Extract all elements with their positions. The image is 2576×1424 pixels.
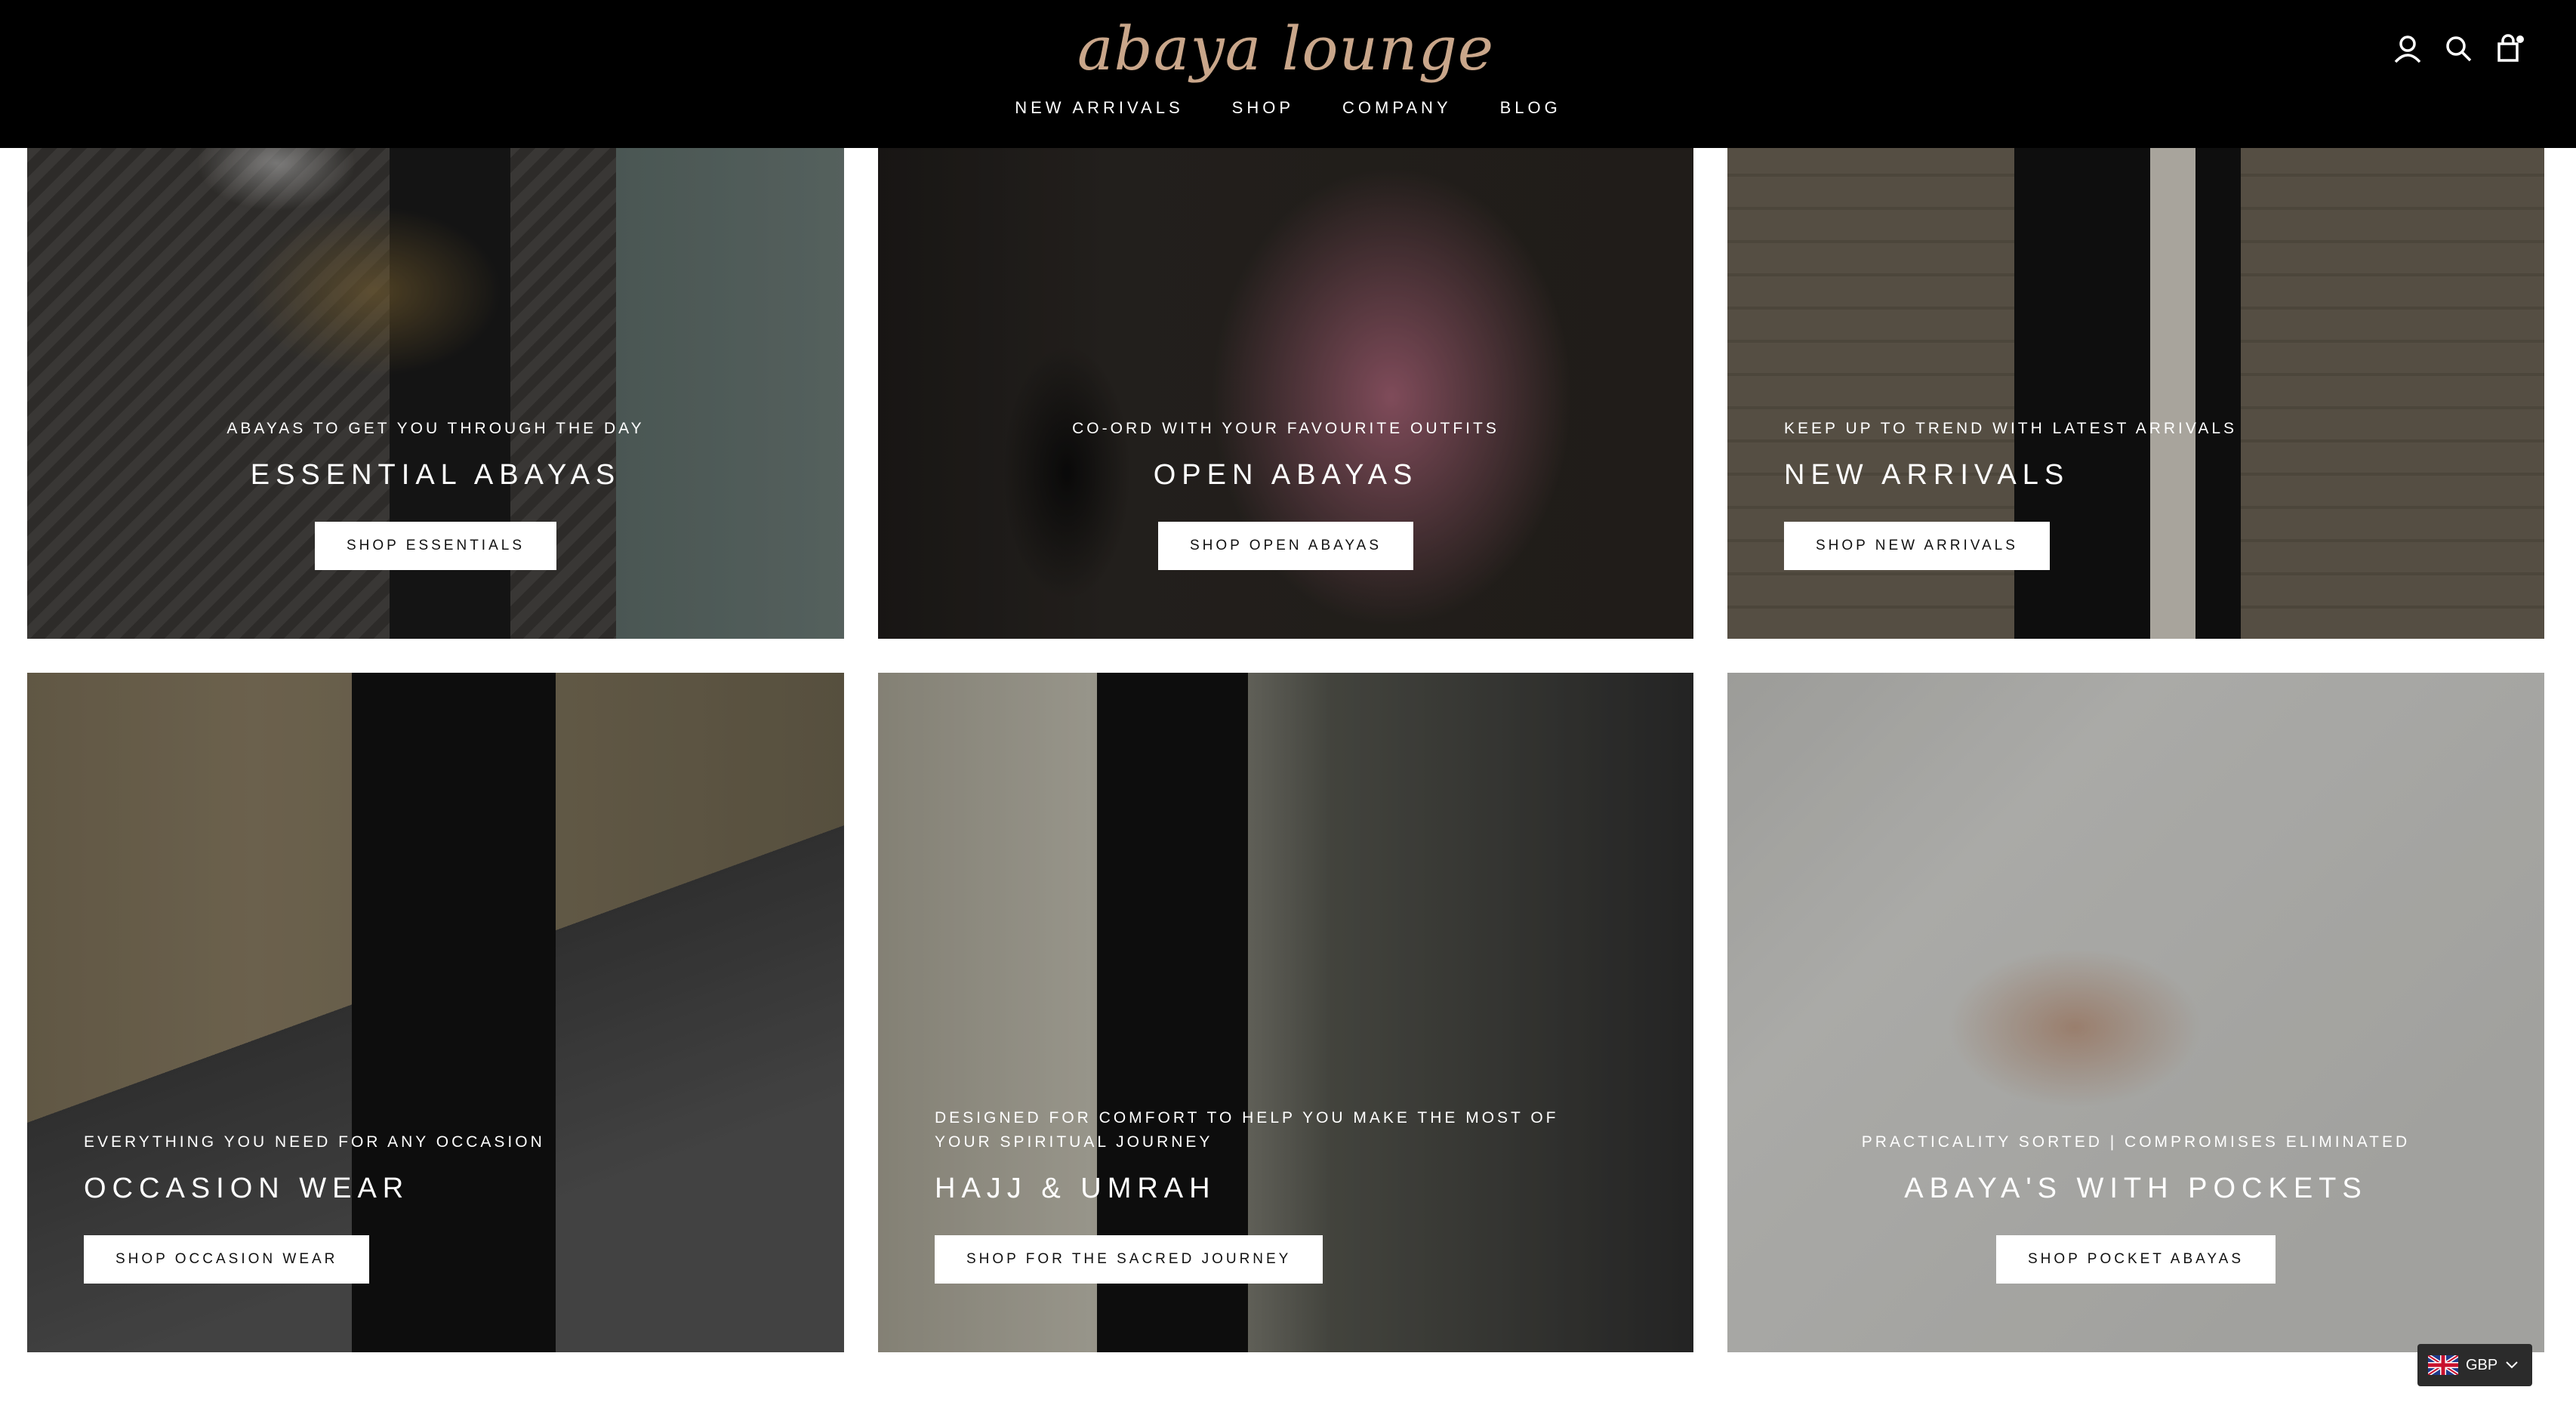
chevron-down-icon	[2506, 1361, 2518, 1369]
search-icon[interactable]	[2440, 30, 2478, 68]
tile-title: OPEN ABAYAS	[1153, 459, 1419, 491]
tile-title: ESSENTIAL ABAYAS	[250, 459, 621, 491]
main-nav: NEW ARRIVALS SHOP COMPANY BLOG	[0, 98, 2576, 118]
brand-logo[interactable]: abaya lounge	[1077, 11, 1493, 86]
shop-pocket-abayas-button[interactable]: SHOP POCKET ABAYAS	[1995, 1235, 2276, 1284]
tile-subtitle: PRACTICALITY SORTED | COMPROMISES ELIMIN…	[1861, 1133, 2411, 1151]
tile-new-arrivals[interactable]: KEEP UP TO TREND WITH LATEST ARRIVALS NE…	[1727, 148, 2544, 639]
account-icon[interactable]	[2389, 30, 2427, 68]
shop-occasion-wear-button[interactable]: SHOP OCCASION WEAR	[84, 1235, 370, 1284]
tile-title: OCCASION WEAR	[84, 1173, 410, 1204]
shop-essentials-button[interactable]: SHOP ESSENTIALS	[315, 522, 556, 570]
shop-open-abayas-button[interactable]: SHOP OPEN ABAYAS	[1157, 522, 1414, 570]
tile-essential-abayas[interactable]: ABAYAS TO GET YOU THROUGH THE DAY ESSENT…	[27, 148, 844, 639]
cart-icon[interactable]	[2491, 30, 2529, 68]
tile-subtitle: CO-ORD WITH YOUR FAVOURITE OUTFITS	[1072, 420, 1499, 437]
tile-subtitle: KEEP UP TO TREND WITH LATEST ARRIVALS	[1784, 420, 2238, 437]
site-header: abaya lounge NEW ARRIVALS SHOP COMPANY B…	[0, 0, 2576, 148]
tile-subtitle: DESIGNED FOR COMFORT TO HELP YOU MAKE TH…	[935, 1109, 1559, 1151]
tile-subtitle: EVERYTHING YOU NEED FOR ANY OCCASION	[84, 1133, 545, 1151]
tile-title: NEW ARRIVALS	[1784, 459, 2070, 491]
uk-flag-icon	[2428, 1355, 2458, 1375]
currency-code: GBP	[2466, 1356, 2498, 1373]
tile-open-abayas[interactable]: CO-ORD WITH YOUR FAVOURITE OUTFITS OPEN …	[878, 148, 1693, 639]
nav-blog[interactable]: BLOG	[1500, 98, 1561, 118]
nav-new-arrivals[interactable]: NEW ARRIVALS	[1015, 98, 1183, 118]
tile-hajj-umrah[interactable]: DESIGNED FOR COMFORT TO HELP YOU MAKE TH…	[878, 673, 1693, 1352]
tile-occasion-wear[interactable]: EVERYTHING YOU NEED FOR ANY OCCASION OCC…	[27, 673, 844, 1352]
shop-sacred-journey-button[interactable]: SHOP FOR THE SACRED JOURNEY	[935, 1235, 1323, 1284]
tile-title: ABAYA'S WITH POCKETS	[1904, 1173, 2368, 1204]
shop-new-arrivals-button[interactable]: SHOP NEW ARRIVALS	[1784, 522, 2050, 570]
tile-pockets[interactable]: PRACTICALITY SORTED | COMPROMISES ELIMIN…	[1727, 673, 2544, 1352]
tile-subtitle: ABAYAS TO GET YOU THROUGH THE DAY	[226, 420, 645, 437]
nav-shop[interactable]: SHOP	[1232, 98, 1294, 118]
tile-title: HAJJ & UMRAH	[935, 1173, 1216, 1204]
currency-selector[interactable]: GBP	[2417, 1344, 2532, 1386]
nav-company[interactable]: COMPANY	[1342, 98, 1452, 118]
